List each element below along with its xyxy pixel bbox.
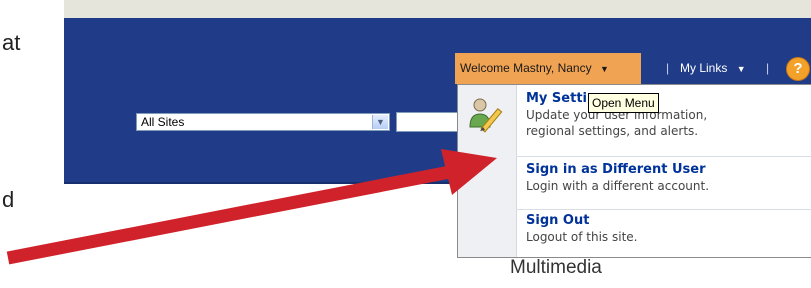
annotation-arrow-icon bbox=[6, 149, 497, 265]
